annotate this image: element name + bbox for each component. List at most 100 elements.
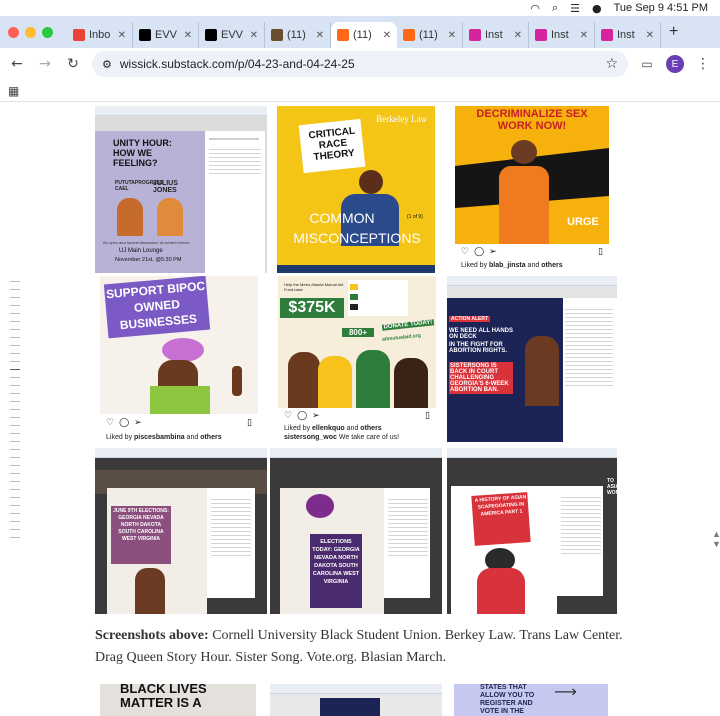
x-icon <box>139 29 151 41</box>
image-asian-scapegoating[interactable]: A HISTORY OF ASIAN SCAPEGOATING IN AMERI… <box>447 448 617 614</box>
new-tab-icon[interactable]: + <box>669 23 678 41</box>
address-bar[interactable]: ⚙ wissick.substack.com/p/04-23-and-04-24… <box>92 51 628 77</box>
heart-icon[interactable]: ♡ <box>284 411 292 421</box>
tab-8[interactable]: Inst ✕ <box>595 22 661 48</box>
image-mutual-aid[interactable]: Help the Metro Atlanta Mutual Aid Fund r… <box>278 276 436 444</box>
instagram-icon <box>535 29 547 41</box>
instagram-action-row: ♡ ◯ ➢ ▯ <box>100 417 258 429</box>
tab-label: (11) <box>353 29 372 41</box>
image-black-lives-matter[interactable]: BLACK LIVES MATTER IS A <box>100 684 256 716</box>
control-center-icon[interactable]: ☰ <box>570 2 580 15</box>
scroll-indicator[interactable]: ▲ ▼ <box>712 529 720 549</box>
image-action-alert[interactable]: ACTION ALERT WE NEED ALL HANDS ON DECK I… <box>447 276 617 442</box>
heart-icon[interactable]: ♡ <box>106 418 114 428</box>
tab-3[interactable]: (11) ✕ <box>265 22 331 48</box>
share-icon[interactable]: ➢ <box>312 411 320 421</box>
today-sign: ELECTIONS TODAY: GEORGIA NEVADA NORTH DA… <box>312 539 360 585</box>
tab-5[interactable]: (11) ✕ <box>397 22 463 48</box>
wifi-icon[interactable]: ◠ <box>530 2 540 15</box>
comment-icon[interactable]: ◯ <box>297 411 307 421</box>
share-icon[interactable]: ➢ <box>489 247 497 257</box>
url-text[interactable]: wissick.substack.com/p/04-23-and-04-24-2… <box>120 57 598 71</box>
back-arrow-icon[interactable]: ← <box>8 56 26 72</box>
mutual-people: 800+ <box>342 328 374 337</box>
site-settings-icon[interactable]: ⚙ <box>102 58 112 71</box>
zoom-window-button[interactable] <box>42 26 53 38</box>
share-icon[interactable]: ➢ <box>134 418 142 428</box>
window-controls <box>8 26 53 38</box>
close-tab-icon[interactable]: ✕ <box>383 30 391 41</box>
site-icon <box>271 29 283 41</box>
close-tab-icon[interactable]: ✕ <box>118 30 126 41</box>
image-elections-today[interactable]: ELECTIONS TODAY: GEORGIA NEVADA NORTH DA… <box>270 448 442 614</box>
table-of-contents-rail[interactable] <box>10 281 20 545</box>
alert-line-3: SISTERSONG IS BACK IN COURT CHALLENGING … <box>449 362 513 394</box>
tab-0[interactable]: Inbo ✕ <box>67 22 133 48</box>
unity-speaker-2: JULIUS JONES <box>153 180 178 194</box>
search-icon[interactable]: ⌕ <box>552 1 558 15</box>
close-tab-icon[interactable]: ✕ <box>250 30 258 41</box>
comment-icon[interactable]: ◯ <box>119 418 129 428</box>
image-bipoc-businesses[interactable]: SUPPORT BIPOC OWNED BUSINESSES ♡ ◯ ➢ ▯ L… <box>100 276 258 444</box>
liked-by-text: Liked by ellenkquo and others <box>284 425 382 432</box>
comment-icon[interactable]: ◯ <box>474 247 484 257</box>
alert-line-2: IN THE FIGHT FOR ABORTION RIGHTS. <box>449 342 507 354</box>
liked-by-text: Liked by piscesbambina and others <box>106 434 222 441</box>
siri-icon[interactable]: ● <box>592 2 602 15</box>
instagram-icon <box>469 29 481 41</box>
apps-grid-icon[interactable]: ▦ <box>8 84 19 98</box>
cast-icon[interactable]: ▭ <box>638 57 656 71</box>
menu-kebab-icon[interactable]: ⋮ <box>694 56 712 72</box>
save-icon[interactable]: ▯ <box>247 418 252 428</box>
unity-when: November 21st, @5:30 PM <box>115 257 182 263</box>
close-tab-icon[interactable]: ✕ <box>646 30 654 41</box>
alert-line-1: WE NEED ALL HANDS ON DECK <box>449 328 514 340</box>
profile-avatar[interactable]: E <box>666 55 684 73</box>
image-vote-states[interactable]: STATES THAT ALLOW YOU TO REGISTER AND VO… <box>454 684 608 716</box>
tab-6[interactable]: Inst ✕ <box>463 22 529 48</box>
image-unity-hour[interactable]: UNITY HOUR: HOW WE FEELING? PUTUTAPROGRE… <box>95 106 267 273</box>
instagram-action-row: ♡ ◯ ➢ ▯ <box>455 246 609 258</box>
close-tab-icon[interactable]: ✕ <box>448 30 456 41</box>
caption-lead: Screenshots above: <box>95 628 209 643</box>
tab-strip: Inbo ✕ EVV ✕ EVV ✕ (11) ✕ (11) ✕ (11) ✕ Inst ✕ Inst ✕ In… <box>0 16 720 48</box>
save-icon[interactable]: ▯ <box>425 411 430 421</box>
image-critical-race-theory[interactable]: Berkeley Law CRITICAL RACE THEORY COMMON… <box>277 106 435 273</box>
tab-label: Inst <box>551 29 569 41</box>
image-june-elections[interactable]: JUNE 9TH ELECTIONS: GEORGIA NEVADA NORTH… <box>95 448 267 614</box>
bookmark-star-icon[interactable]: ☆ <box>605 56 618 72</box>
heart-icon[interactable]: ♡ <box>461 247 469 257</box>
close-window-button[interactable] <box>8 26 19 38</box>
image-caption: Screenshots above: Cornell University Bl… <box>95 625 635 669</box>
tab-2[interactable]: EVV ✕ <box>199 22 265 48</box>
asian-sign: A HISTORY OF ASIAN SCAPEGOATING IN AMERI… <box>474 494 527 518</box>
reload-icon[interactable]: ↻ <box>64 56 82 72</box>
unity-speaker-1: PUTUTAPROGRESS CAEL <box>115 180 164 192</box>
forward-arrow-icon[interactable]: → <box>36 56 54 72</box>
image-screenshot-bottom[interactable] <box>270 684 442 716</box>
browser-toolbar: ← → ↻ ⚙ wissick.substack.com/p/04-23-and… <box>0 48 720 80</box>
tab-1[interactable]: EVV ✕ <box>133 22 199 48</box>
comment-text: sistersong_woc We take care of us! <box>284 434 400 441</box>
june-sign: JUNE 9TH ELECTIONS: GEORGIA NEVADA NORTH… <box>113 508 169 542</box>
image-decriminalize[interactable]: DECRIMINALIZE SEX WORK NOW! URGE ♡ ◯ ➢ ▯… <box>455 106 609 273</box>
tab-4[interactable]: (11) ✕ <box>331 22 397 48</box>
close-tab-icon[interactable]: ✕ <box>580 30 588 41</box>
close-tab-icon[interactable]: ✕ <box>316 30 324 41</box>
save-icon[interactable]: ▯ <box>598 247 603 257</box>
unity-place: UJ Main Lounge <box>119 248 163 254</box>
tab-7[interactable]: Inst ✕ <box>529 22 595 48</box>
decrim-brand: URGE <box>567 216 599 228</box>
close-tab-icon[interactable]: ✕ <box>514 30 522 41</box>
mutual-amount: $375K <box>280 298 344 318</box>
liked-by-text: Liked by blab_jinsta and others <box>461 262 563 269</box>
clock[interactable]: Tue Sep 9 4:51 PM <box>614 2 708 14</box>
article-content: ▲ ▼ UNITY HOUR: HOW WE FEELING? PUTUTAPRO… <box>0 103 720 716</box>
minimize-window-button[interactable] <box>25 26 36 38</box>
tab-label: Inst <box>485 29 503 41</box>
crt-line-2: MISCONCEPTIONS <box>293 230 421 246</box>
substack-icon <box>403 29 415 41</box>
close-tab-icon[interactable]: ✕ <box>184 30 192 41</box>
arrow-right-icon: ⟶ <box>554 684 577 701</box>
unity-title: UNITY HOUR: HOW WE FEELING? <box>113 138 172 168</box>
